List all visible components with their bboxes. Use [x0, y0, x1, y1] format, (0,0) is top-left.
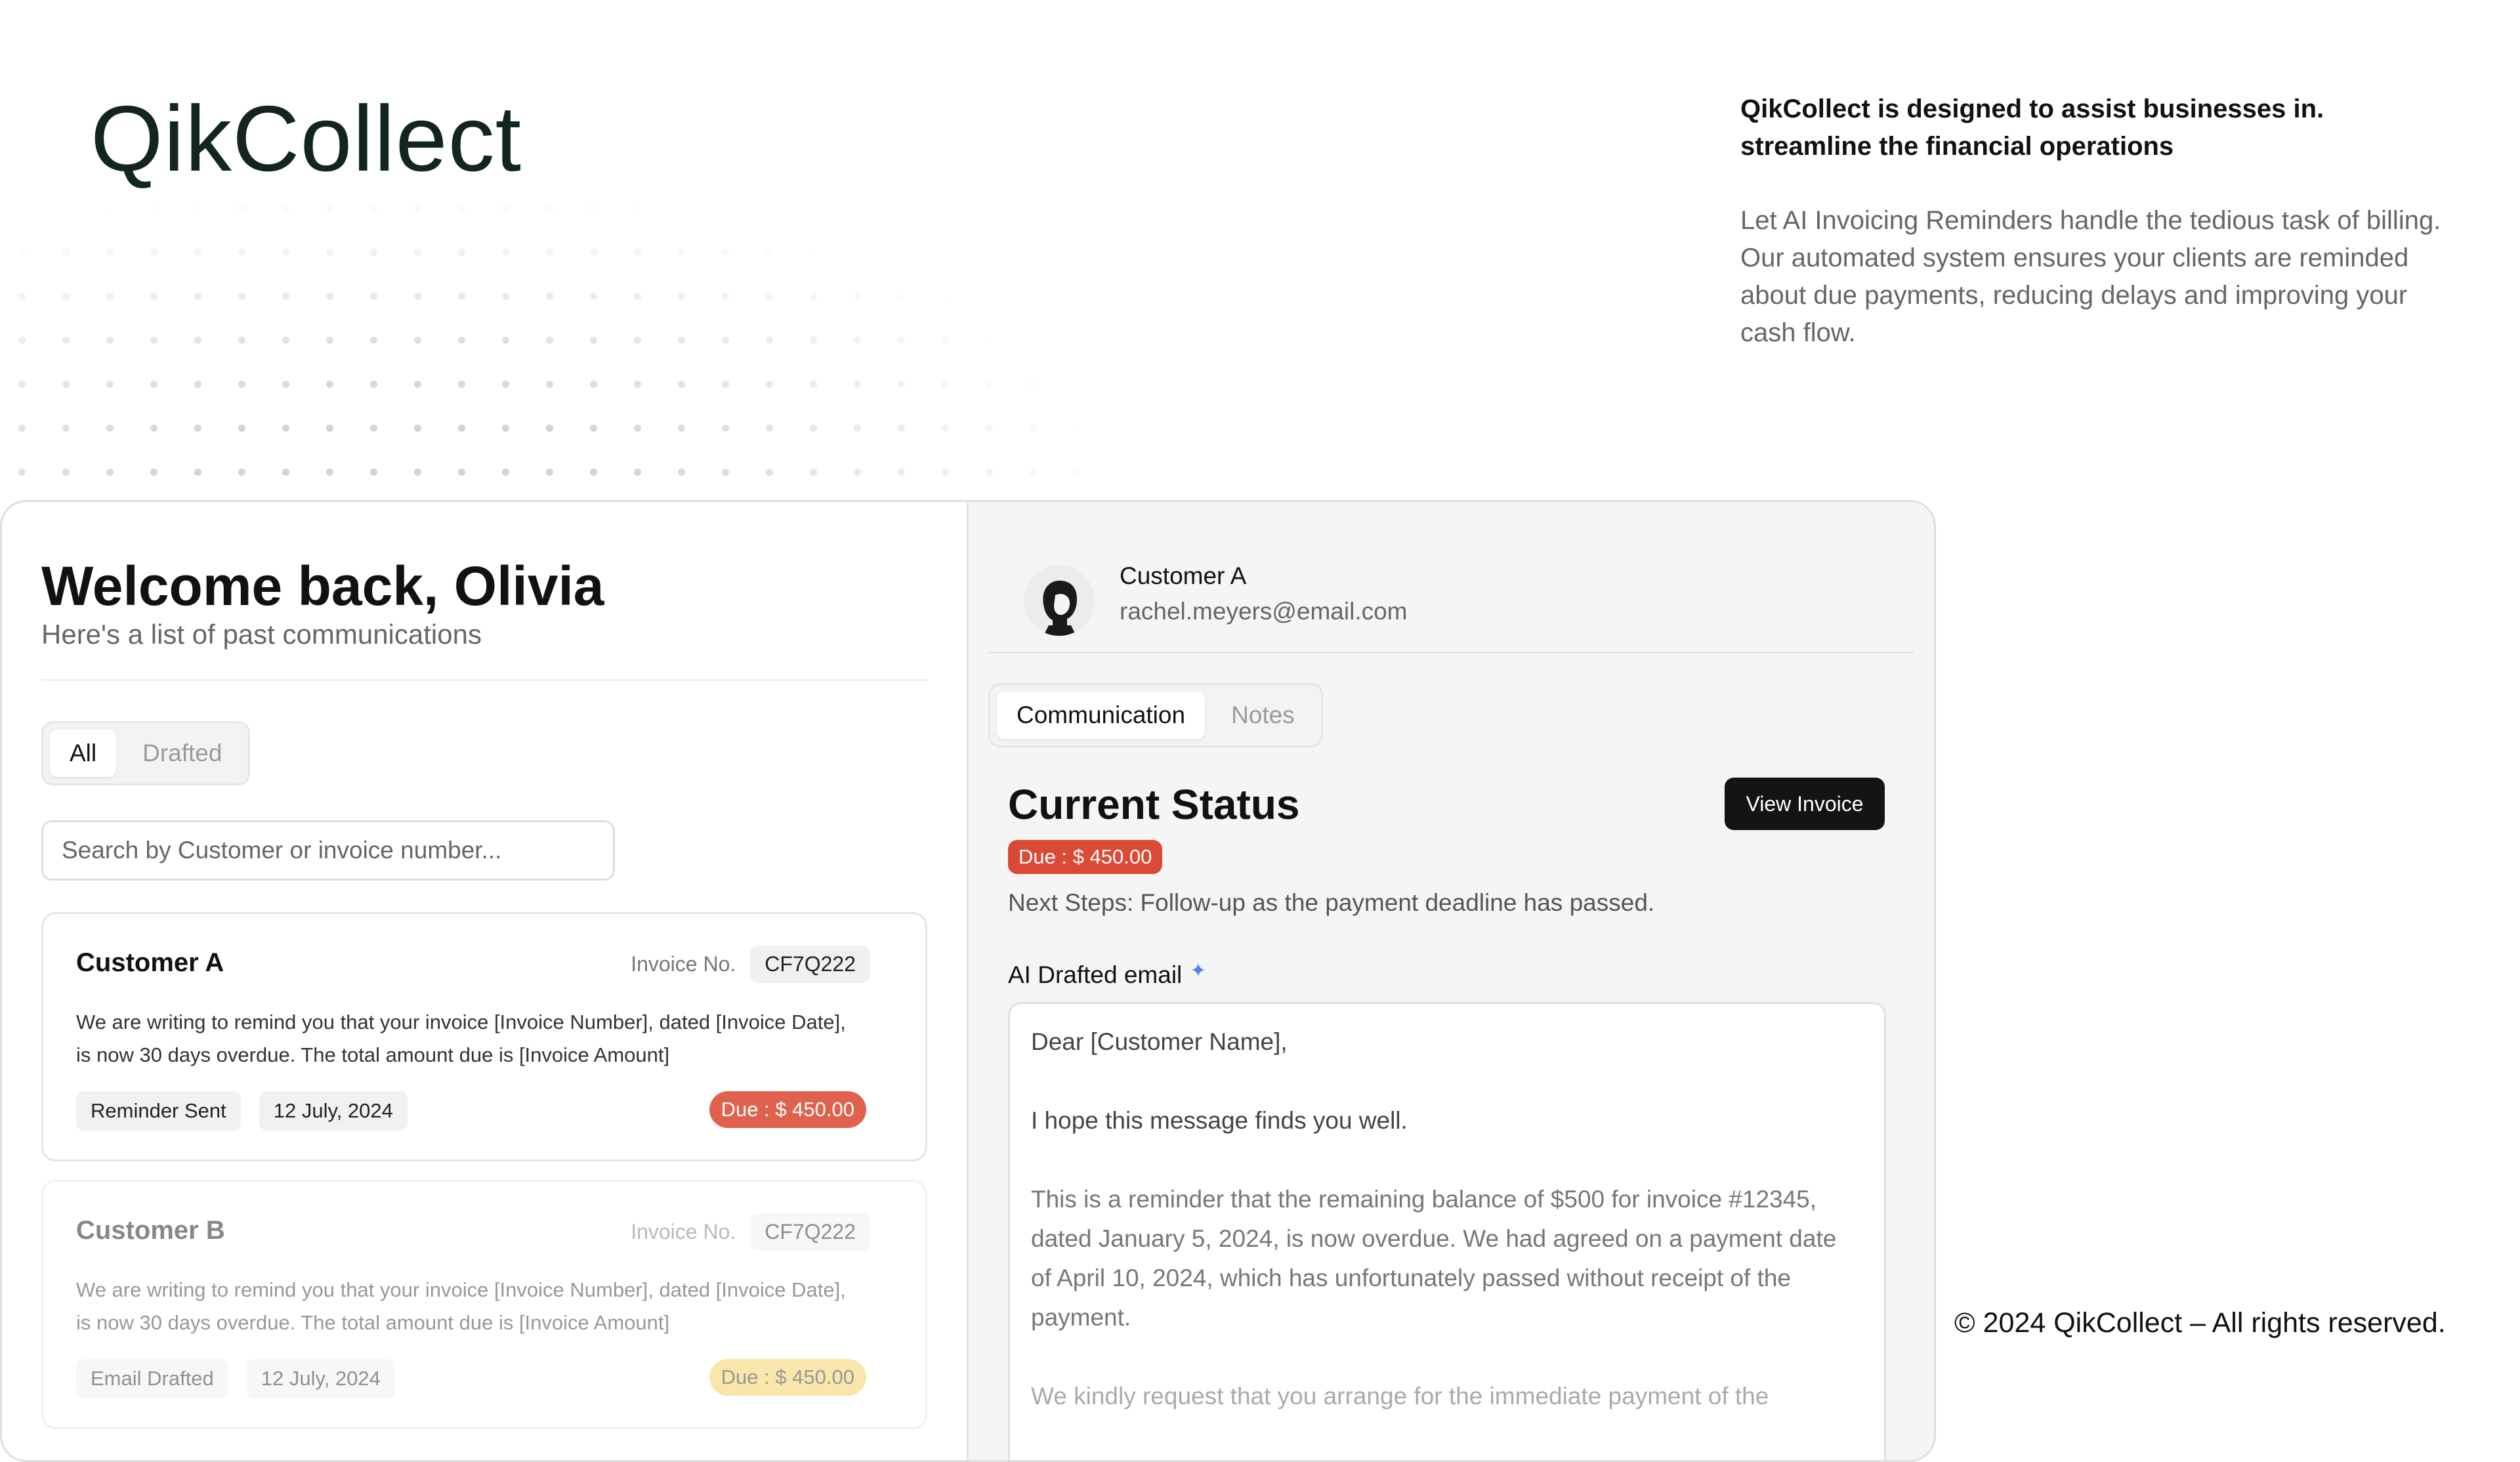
invoice-label: Invoice No. — [631, 952, 736, 976]
status-chip: Reminder Sent — [76, 1091, 241, 1131]
footer-copyright: © 2024 QikCollect – All rights reserved. — [1954, 1307, 2446, 1339]
card-message-preview: We are writing to remind you that your i… — [76, 1278, 846, 1334]
search-input[interactable] — [41, 820, 615, 881]
sparkle-icon: ✦ — [1190, 959, 1207, 982]
email-paragraph: We kindly request that you arrange for t… — [1031, 1383, 1769, 1410]
detail-panel: Customer A rachel.meyers@email.com Commu… — [967, 502, 1934, 1460]
communication-card[interactable]: Customer B Invoice No. CF7Q222 We are wr… — [41, 1180, 927, 1429]
invoice-number: CF7Q222 — [750, 946, 870, 983]
ai-drafted-label-text: AI Drafted email — [1008, 961, 1183, 988]
divider — [41, 679, 929, 681]
date-chip: 12 July, 2024 — [259, 1091, 408, 1131]
filter-tabs: All Drafted — [41, 721, 251, 785]
tab-all[interactable]: All — [50, 730, 117, 777]
card-invoice: Invoice No. CF7Q222 — [631, 946, 870, 983]
customer-email: rachel.meyers@email.com — [1120, 598, 1408, 625]
email-paragraph: This is a reminder that the remaining ba… — [1031, 1186, 1837, 1331]
brand-logo: QikCollect — [91, 87, 522, 191]
detail-tabs: Communication Notes — [988, 683, 1323, 747]
intro-section: QikCollect is designed to assist busines… — [1740, 91, 2456, 352]
email-paragraph: I hope this message finds you well. — [1031, 1107, 1408, 1134]
communication-card[interactable]: Customer A Invoice No. CF7Q222 We are wr… — [41, 912, 927, 1161]
tab-drafted[interactable]: Drafted — [123, 730, 242, 777]
invoice-label: Invoice No. — [631, 1220, 736, 1243]
tab-notes[interactable]: Notes — [1211, 692, 1314, 739]
divider — [988, 652, 1914, 654]
current-status-title: Current Status — [1008, 781, 1300, 828]
app-window: Welcome back, Olivia Here's a list of pa… — [0, 500, 1936, 1462]
email-draft-box[interactable]: Dear [Customer Name], I hope this messag… — [1008, 1002, 1886, 1460]
date-chip: 12 July, 2024 — [246, 1359, 395, 1398]
card-chips: Email Drafted 12 July, 2024 — [76, 1359, 395, 1398]
tab-communication[interactable]: Communication — [997, 692, 1206, 739]
welcome-subtitle: Here's a list of past communications — [41, 619, 482, 650]
customer-name: Customer A — [1120, 562, 1247, 589]
card-customer-name: Customer A — [76, 948, 224, 977]
email-paragraph: Dear [Customer Name], — [1031, 1028, 1288, 1055]
communications-panel: Welcome back, Olivia Here's a list of pa… — [2, 502, 967, 1460]
due-badge: Due : $ 450.00 — [709, 1359, 866, 1396]
card-chips: Reminder Sent 12 July, 2024 — [76, 1091, 408, 1131]
card-message-preview: We are writing to remind you that your i… — [76, 1011, 846, 1066]
intro-title: QikCollect is designed to assist busines… — [1740, 94, 2324, 161]
card-customer-name: Customer B — [76, 1216, 225, 1245]
intro-body: Let AI Invoicing Reminders handle the te… — [1740, 206, 2441, 347]
view-invoice-button[interactable]: View Invoice — [1725, 778, 1885, 830]
due-badge: Due : $ 450.00 — [1008, 840, 1163, 874]
welcome-heading: Welcome back, Olivia — [41, 555, 604, 617]
card-invoice: Invoice No. CF7Q222 — [631, 1213, 870, 1251]
customer-avatar-icon — [1024, 565, 1095, 636]
next-steps-text: Next Steps: Follow-up as the payment dea… — [1008, 889, 1655, 916]
ai-drafted-label: AI Drafted email ✦ — [1008, 959, 1207, 989]
invoice-number: CF7Q222 — [750, 1213, 870, 1251]
status-chip: Email Drafted — [76, 1359, 228, 1398]
due-badge: Due : $ 450.00 — [709, 1091, 866, 1128]
avatar — [1024, 565, 1095, 636]
